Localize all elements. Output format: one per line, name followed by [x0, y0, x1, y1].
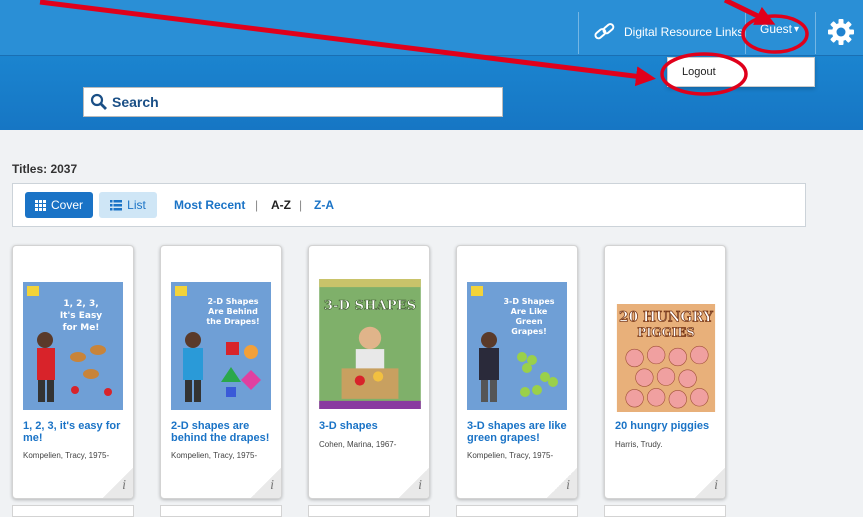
svg-text:3-D SHAPES: 3-D SHAPES	[324, 298, 416, 313]
nav-divider	[578, 12, 579, 54]
book-title-link[interactable]: 2-D shapes are behind the drapes!	[171, 420, 275, 444]
book-author: Kompelien, Tracy, 1975-	[467, 451, 554, 460]
book-card-partial	[604, 505, 726, 517]
search-icon	[90, 93, 107, 110]
svg-text:Grapes!: Grapes!	[511, 327, 546, 336]
sort-most-recent-link[interactable]: Most Recent	[174, 198, 245, 212]
svg-text:Green: Green	[515, 317, 542, 326]
book-card[interactable]: 20 HUNGRY PIGGIES 20 hungry piggies Harr…	[604, 245, 726, 499]
book-cover-image[interactable]: 20 HUNGRY PIGGIES	[615, 304, 717, 412]
info-button[interactable]: i	[251, 468, 281, 498]
link-icon	[594, 23, 615, 40]
svg-text:1, 2, 3,: 1, 2, 3,	[63, 299, 98, 309]
view-toolbar: Cover List Most Recent | A-Z | Z-A	[12, 183, 806, 227]
list-view-button[interactable]: List	[99, 192, 157, 218]
book-author: Harris, Trudy.	[615, 440, 663, 449]
book-author: Cohen, Marina, 1967-	[319, 440, 397, 449]
info-icon: i	[418, 478, 422, 493]
guest-dropdown-menu: Logout	[667, 57, 815, 87]
book-title-link[interactable]: 1, 2, 3, it's easy for me!	[23, 420, 127, 444]
book-card-partial	[12, 505, 134, 517]
svg-text:for Me!: for Me!	[63, 323, 100, 333]
info-button[interactable]: i	[547, 468, 577, 498]
gear-icon[interactable]	[826, 17, 856, 47]
guest-menu-toggle[interactable]: Guest ▾	[760, 22, 799, 36]
sort-separator: |	[299, 198, 303, 212]
book-card[interactable]: 1, 2, 3, It's Easy for Me! 1, 2, 3, it's…	[12, 245, 134, 499]
grid-icon	[34, 199, 46, 211]
book-cover-image[interactable]: 3-D SHAPES	[319, 279, 421, 409]
svg-text:Are Behind: Are Behind	[208, 307, 258, 316]
book-card[interactable]: 2-D Shapes Are Behind the Drapes! 2-D sh…	[160, 245, 282, 499]
info-icon: i	[122, 478, 126, 493]
chevron-down-icon: ▾	[794, 23, 800, 35]
sort-za-link[interactable]: Z-A	[314, 198, 334, 212]
titles-count: Titles: 2037	[12, 162, 78, 176]
cover-view-button[interactable]: Cover	[25, 192, 93, 218]
list-icon	[110, 199, 123, 210]
sort-separator: |	[255, 198, 259, 212]
book-cover-image[interactable]: 3-D Shapes Are Like Green Grapes!	[467, 282, 567, 410]
digital-resource-links-label: Digital Resource Links	[624, 25, 744, 39]
search-input[interactable]: Search	[83, 87, 503, 117]
book-card[interactable]: 3-D Shapes Are Like Green Grapes! 3-D sh…	[456, 245, 578, 499]
book-card[interactable]: 3-D SHAPES 3-D shapes Cohen, Marina, 196…	[308, 245, 430, 499]
book-author: Kompelien, Tracy, 1975-	[23, 451, 110, 460]
svg-text:3-D Shapes: 3-D Shapes	[503, 297, 554, 306]
book-cover-image[interactable]: 1, 2, 3, It's Easy for Me!	[23, 282, 123, 410]
guest-label: Guest	[760, 22, 793, 36]
book-title-link[interactable]: 3-D shapes	[319, 420, 423, 432]
sort-az-link[interactable]: A-Z	[271, 198, 291, 212]
svg-text:2-D Shapes: 2-D Shapes	[207, 297, 258, 306]
svg-text:20 HUNGRY: 20 HUNGRY	[619, 310, 713, 326]
info-button[interactable]: i	[399, 468, 429, 498]
nav-divider	[815, 12, 816, 54]
nav-divider	[745, 12, 746, 54]
search-label: Search	[112, 94, 159, 110]
cover-view-label: Cover	[50, 198, 83, 212]
svg-text:PIGGIES: PIGGIES	[637, 325, 694, 339]
svg-text:the Drapes!: the Drapes!	[206, 317, 259, 326]
book-cover-image[interactable]: 2-D Shapes Are Behind the Drapes!	[171, 282, 271, 410]
info-button[interactable]: i	[103, 468, 133, 498]
logout-menu-item[interactable]: Logout	[682, 66, 716, 78]
digital-resource-links-link[interactable]: Digital Resource Links	[592, 20, 743, 44]
info-icon: i	[566, 478, 570, 493]
book-title-link[interactable]: 3-D shapes are like green grapes!	[467, 420, 571, 444]
list-view-label: List	[127, 198, 146, 212]
info-button[interactable]: i	[695, 468, 725, 498]
book-title-link[interactable]: 20 hungry piggies	[615, 420, 719, 432]
book-card-partial	[308, 505, 430, 517]
book-card-partial	[456, 505, 578, 517]
book-card-partial	[160, 505, 282, 517]
info-icon: i	[714, 478, 718, 493]
svg-text:Are Like: Are Like	[511, 307, 548, 316]
svg-text:It's Easy: It's Easy	[60, 311, 102, 321]
book-author: Kompelien, Tracy, 1975-	[171, 451, 258, 460]
info-icon: i	[270, 478, 274, 493]
